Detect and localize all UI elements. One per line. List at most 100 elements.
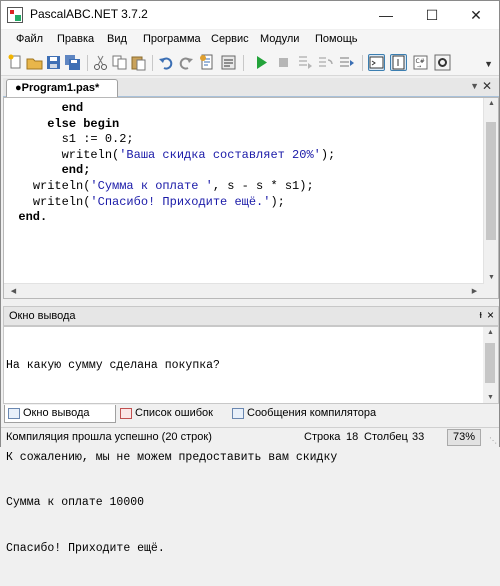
output-line: На какую сумму сделана покупка? bbox=[6, 359, 220, 373]
code-line[interactable]: writeln('Спасибо! Приходите ещё.'); bbox=[4, 195, 335, 211]
row-value: 18 bbox=[346, 431, 359, 443]
code-token: ); bbox=[270, 194, 285, 209]
pin-icon[interactable]: ᵼ bbox=[480, 309, 482, 321]
status-message: Компиляция прошла успешно (20 строк) bbox=[6, 431, 212, 443]
compiler-messages-icon bbox=[232, 408, 244, 419]
paste-icon[interactable] bbox=[130, 54, 147, 71]
save-all-icon[interactable] bbox=[64, 54, 81, 71]
code-text[interactable]: end else begin s1 := 0.2; writeln('Ваша … bbox=[4, 101, 335, 226]
step-icon[interactable] bbox=[296, 54, 313, 71]
output-window-icon bbox=[8, 408, 20, 419]
title-bar: PascalABC.NET 3.7.2 — ☐ ✕ bbox=[1, 1, 499, 29]
menu-file[interactable]: Файл bbox=[16, 33, 43, 45]
code-line[interactable]: else begin bbox=[4, 117, 335, 133]
code-token: writeln( bbox=[32, 178, 91, 193]
scroll-left-icon[interactable]: ◀ bbox=[6, 287, 21, 295]
code-token: writeln( bbox=[32, 194, 91, 209]
tab-compiler-messages[interactable]: Сообщения компилятора bbox=[229, 405, 399, 423]
menu-help[interactable]: Помощь bbox=[315, 33, 358, 45]
keyword: end; bbox=[61, 163, 91, 178]
keyword: end bbox=[61, 101, 84, 115]
run-icon[interactable] bbox=[253, 54, 270, 71]
string-literal: 'Спасибо! Приходите ещё.' bbox=[90, 194, 271, 209]
stop-icon[interactable] bbox=[275, 54, 292, 71]
svg-text:→: → bbox=[417, 64, 421, 70]
output-vertical-scrollbar[interactable]: ▲ ▼ bbox=[483, 327, 498, 403]
bottom-tab-strip: Окно вывода Список ошибок Сообщения комп… bbox=[3, 404, 499, 424]
code-line[interactable]: end; bbox=[4, 163, 335, 179]
output-pane-header: Окно вывода ᵼ × bbox=[3, 306, 499, 326]
cs-icon[interactable]: C# → bbox=[412, 54, 429, 71]
window-title: PascalABC.NET 3.7.2 bbox=[30, 7, 148, 21]
code-token: , s - s * s1); bbox=[212, 178, 314, 193]
close-tab-icon[interactable]: ✕ bbox=[482, 79, 492, 93]
code-line[interactable]: end. bbox=[4, 210, 335, 226]
code-line[interactable]: s1 := 0.2; bbox=[4, 132, 335, 148]
string-literal: 'Ваша скидка составляет 20%' bbox=[119, 147, 321, 162]
output-line: Сумма к оплате 10000 bbox=[6, 496, 145, 510]
toolbar: C# → ▼ bbox=[1, 50, 499, 76]
output-scroll-up-icon[interactable]: ▲ bbox=[483, 329, 498, 336]
code-line[interactable]: end bbox=[4, 101, 335, 117]
keyword: else begin bbox=[47, 116, 120, 131]
output-scroll-down-icon[interactable]: ▼ bbox=[483, 394, 498, 401]
output-line: Спасибо! Приходите ещё. bbox=[6, 541, 165, 555]
format-code-icon[interactable] bbox=[199, 54, 216, 71]
code-token: ); bbox=[320, 147, 336, 162]
new-file-icon[interactable] bbox=[7, 54, 24, 71]
zoom-level[interactable]: 73% bbox=[447, 429, 481, 446]
keyword: end. bbox=[18, 210, 48, 225]
output-window-icon[interactable] bbox=[368, 54, 385, 71]
scroll-up-icon[interactable]: ▲ bbox=[484, 100, 499, 107]
menu-view[interactable]: Вид bbox=[107, 33, 127, 45]
tab-program1[interactable]: ●Program1.pas* bbox=[6, 79, 118, 97]
tab-compiler-messages-label: Сообщения компилятора bbox=[247, 407, 377, 419]
tab-label: ●Program1.pas* bbox=[15, 82, 100, 94]
document-tab-strip: ●Program1.pas* ▼ ✕ bbox=[3, 78, 499, 97]
settings-icon[interactable] bbox=[434, 54, 451, 71]
menu-bar: Файл Правка Вид Программа Сервис Модули … bbox=[1, 30, 499, 50]
column-label: Столбец bbox=[364, 431, 408, 443]
tab-output-window[interactable]: Окно вывода bbox=[4, 405, 116, 423]
scroll-down-icon[interactable]: ▼ bbox=[484, 274, 499, 281]
tab-error-list[interactable]: Список ошибок bbox=[117, 405, 239, 423]
step-over-icon[interactable] bbox=[317, 54, 334, 71]
code-line[interactable]: writeln('Сумма к оплате ', s - s * s1); bbox=[4, 179, 335, 195]
copy-icon[interactable] bbox=[111, 54, 128, 71]
close-output-icon[interactable]: × bbox=[487, 308, 494, 322]
scroll-right-icon[interactable]: ▶ bbox=[467, 287, 482, 295]
editor-scroll-thumb[interactable] bbox=[486, 122, 496, 240]
app-icon bbox=[7, 7, 23, 23]
menu-service[interactable]: Сервис bbox=[211, 33, 249, 45]
maximize-button[interactable]: ☐ bbox=[409, 1, 455, 29]
tab-list-icon[interactable]: ▼ bbox=[470, 81, 479, 91]
resize-grip-icon[interactable]: ⋱ bbox=[489, 436, 497, 445]
code-line[interactable]: writeln('Ваша скидка составляет 20%'); bbox=[4, 147, 336, 164]
menu-program[interactable]: Программа bbox=[143, 33, 201, 45]
menu-modules[interactable]: Модули bbox=[260, 33, 299, 45]
save-icon[interactable] bbox=[45, 54, 62, 71]
output-scroll-thumb[interactable] bbox=[485, 343, 495, 383]
cut-icon[interactable] bbox=[92, 54, 109, 71]
status-bar: Компиляция прошла успешно (20 строк) Стр… bbox=[1, 427, 499, 447]
error-list-icon bbox=[120, 408, 132, 419]
editor-horizontal-scrollbar[interactable]: ◀ ▶ bbox=[4, 283, 484, 298]
compile-icon[interactable] bbox=[220, 54, 237, 71]
string-literal: 'Сумма к оплате ' bbox=[90, 178, 213, 193]
menu-edit[interactable]: Правка bbox=[57, 33, 94, 45]
code-editor[interactable]: end else begin s1 := 0.2; writeln('Ваша … bbox=[3, 97, 499, 299]
output-text: На какую сумму сделана покупка? 10000 К … bbox=[6, 328, 337, 586]
output-window[interactable]: На какую сумму сделана покупка? 10000 К … bbox=[3, 326, 499, 555]
debug-window-icon[interactable] bbox=[390, 54, 407, 71]
tab-error-list-label: Список ошибок bbox=[135, 407, 213, 419]
minimize-button[interactable]: — bbox=[363, 1, 409, 29]
redo-icon[interactable] bbox=[177, 54, 194, 71]
close-window-button[interactable]: ✕ bbox=[453, 1, 499, 29]
editor-vertical-scrollbar[interactable]: ▲ ▼ bbox=[483, 98, 498, 298]
open-folder-icon[interactable] bbox=[26, 54, 43, 71]
undo-icon[interactable] bbox=[158, 54, 175, 71]
step-into-icon[interactable] bbox=[338, 54, 355, 71]
output-line: К сожалению, мы не можем предоставить ва… bbox=[6, 450, 338, 464]
toolbar-overflow-icon[interactable]: ▼ bbox=[484, 59, 493, 69]
row-label: Строка bbox=[304, 431, 341, 443]
